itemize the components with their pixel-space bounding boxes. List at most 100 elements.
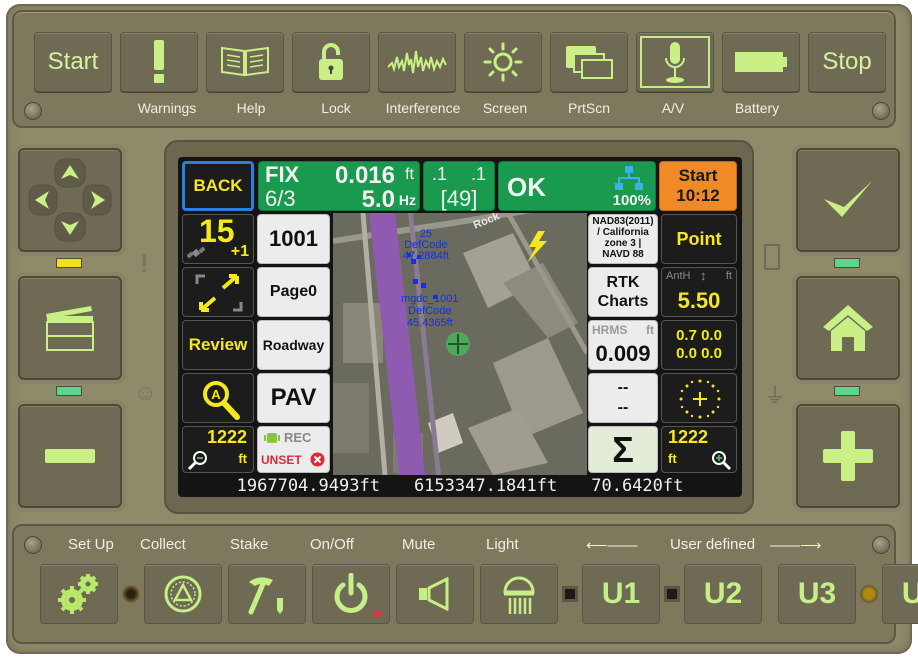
av-button[interactable] bbox=[636, 32, 714, 92]
blank-panel[interactable]: -- -- bbox=[588, 373, 658, 423]
home-button[interactable] bbox=[796, 276, 900, 380]
code-button[interactable]: PAV bbox=[257, 373, 330, 423]
layer-button[interactable]: Roadway bbox=[257, 320, 330, 370]
check-icon bbox=[824, 181, 872, 217]
stop-button[interactable]: Stop bbox=[808, 32, 886, 92]
top-button-bar: Start Stop Warnings Help Lock Interferen… bbox=[12, 10, 896, 128]
lock-button[interactable] bbox=[292, 32, 370, 92]
smiley-mark-icon: ☺ bbox=[134, 380, 157, 405]
power-button[interactable] bbox=[312, 564, 390, 624]
start-label: Start bbox=[47, 48, 99, 75]
user-button-u3[interactable]: U3 bbox=[778, 564, 856, 624]
interference-button[interactable] bbox=[378, 32, 456, 92]
padlock-icon bbox=[319, 43, 343, 80]
confirm-button[interactable] bbox=[796, 148, 900, 252]
network-icon bbox=[615, 166, 643, 190]
northing: 1967704.9493ft bbox=[236, 476, 380, 496]
u3-label: U3 bbox=[797, 577, 837, 610]
start-timer-button[interactable]: Start 10:12 bbox=[659, 161, 737, 211]
lamp-icon bbox=[503, 576, 535, 614]
zoom-out-value: 1222 bbox=[206, 427, 247, 447]
minus-button[interactable] bbox=[18, 404, 122, 508]
page-label: Page0 bbox=[269, 283, 318, 300]
rec-label: REC bbox=[284, 430, 312, 445]
map-point-label: mgdc_1001 DefCode 45.4365ft bbox=[401, 293, 459, 329]
zoom-out-button[interactable]: 1222 ft bbox=[182, 426, 254, 473]
satellite-count-panel[interactable]: 15 +1 bbox=[182, 213, 254, 264]
user-button-u4[interactable]: U4 bbox=[882, 564, 918, 624]
help-button[interactable] bbox=[206, 32, 284, 92]
point-mode-label: Point bbox=[676, 228, 722, 249]
plus-button[interactable] bbox=[796, 404, 900, 508]
screen: BACK FIX 0.016 ft 6/3 5.0 Hz .1 .1 [49] … bbox=[178, 157, 742, 497]
rtk-charts-button[interactable]: RTK Charts bbox=[588, 267, 658, 317]
back-label: BACK bbox=[193, 176, 243, 195]
user-button-u2[interactable]: U2 bbox=[684, 564, 762, 624]
rec-button[interactable]: REC UNSET bbox=[257, 426, 330, 473]
light-button[interactable] bbox=[480, 564, 558, 624]
point-mode-button[interactable]: Point bbox=[661, 214, 737, 264]
video-button[interactable] bbox=[18, 276, 122, 380]
start-timer-label: Start bbox=[678, 166, 718, 185]
status-led-green bbox=[834, 258, 860, 268]
stop-label: Stop bbox=[822, 48, 872, 75]
center-position-button[interactable] bbox=[661, 373, 737, 423]
review-button[interactable]: Review bbox=[182, 320, 254, 370]
anth-unit: ft bbox=[725, 270, 732, 282]
minus-icon bbox=[45, 449, 95, 463]
collect-caption: Collect bbox=[140, 536, 186, 553]
zoom-out-icon bbox=[187, 451, 207, 471]
fullscreen-button[interactable] bbox=[182, 267, 254, 317]
link-status-panel[interactable]: OK 100% bbox=[498, 161, 656, 211]
book-icon bbox=[221, 46, 269, 77]
prtscn-button[interactable] bbox=[550, 32, 628, 92]
map-imagery bbox=[333, 213, 587, 475]
status-led-green bbox=[834, 386, 860, 396]
fix-status-panel[interactable]: FIX 0.016 ft 6/3 5.0 Hz bbox=[258, 161, 420, 213]
audio-jack bbox=[122, 585, 140, 603]
battery-button[interactable] bbox=[722, 32, 800, 92]
hrms-panel[interactable]: HRMS ft 0.009 bbox=[588, 320, 658, 370]
u2-label: U2 bbox=[703, 577, 743, 610]
user-button-u1[interactable]: U1 bbox=[582, 564, 660, 624]
dpad[interactable] bbox=[18, 148, 122, 252]
anth-value: 5.50 bbox=[677, 288, 721, 313]
dop-count: [49] bbox=[440, 186, 478, 211]
map-point-label: 25 DefCode 47.2884ft bbox=[403, 229, 449, 262]
power-icon bbox=[334, 573, 368, 613]
battery-icon bbox=[735, 52, 787, 72]
svg-text:A: A bbox=[211, 387, 221, 402]
stake-button[interactable] bbox=[228, 564, 306, 624]
blank-row: -- bbox=[617, 399, 629, 416]
sats-ratio: 6/3 bbox=[265, 186, 296, 211]
page-button[interactable]: Page0 bbox=[257, 267, 330, 317]
setup-button[interactable] bbox=[40, 564, 118, 624]
top-labels: Warnings Help Lock Interference Screen P… bbox=[14, 100, 894, 122]
screen-button[interactable] bbox=[464, 32, 542, 92]
start-button[interactable]: Start bbox=[34, 32, 112, 92]
blank-row: -- bbox=[617, 379, 629, 396]
zoom-out-unit: ft bbox=[238, 451, 247, 466]
zoom-in-button[interactable]: 1222 ft bbox=[661, 426, 737, 473]
review-label: Review bbox=[188, 335, 248, 354]
mute-button[interactable] bbox=[396, 564, 474, 624]
dop-panel[interactable]: .1 .1 [49] bbox=[423, 161, 495, 211]
crs-button[interactable]: NAD83(2011) / California zone 3 | NAVD 8… bbox=[588, 214, 658, 264]
collect-button[interactable] bbox=[144, 564, 222, 624]
offsets-panel[interactable]: 0.7 0.0 0.0 0.0 bbox=[661, 320, 737, 370]
warnings-caption: Warnings bbox=[137, 100, 197, 116]
sum-button[interactable]: Σ bbox=[588, 426, 658, 473]
setup-caption: Set Up bbox=[68, 536, 114, 553]
map-point-dist: 47.2884ft bbox=[403, 250, 449, 262]
warnings-button[interactable] bbox=[120, 32, 198, 92]
plus-icon bbox=[823, 431, 873, 481]
power-led bbox=[374, 610, 381, 617]
back-button[interactable]: BACK bbox=[182, 161, 254, 211]
antenna-height-panel[interactable]: AntH ↕ ft 5.50 bbox=[661, 267, 737, 317]
gears-icon bbox=[58, 574, 98, 614]
home-icon bbox=[823, 305, 873, 351]
point-id-button[interactable]: 1001 bbox=[257, 214, 330, 264]
search-point-button[interactable]: A bbox=[182, 373, 254, 423]
map-view[interactable]: Rock 25 DefCode 47.2884ft mgdc_1001 DefC… bbox=[333, 213, 587, 475]
coordinate-readout: 1967704.9493ft 6153347.1841ft 70.6420ft bbox=[178, 475, 742, 497]
